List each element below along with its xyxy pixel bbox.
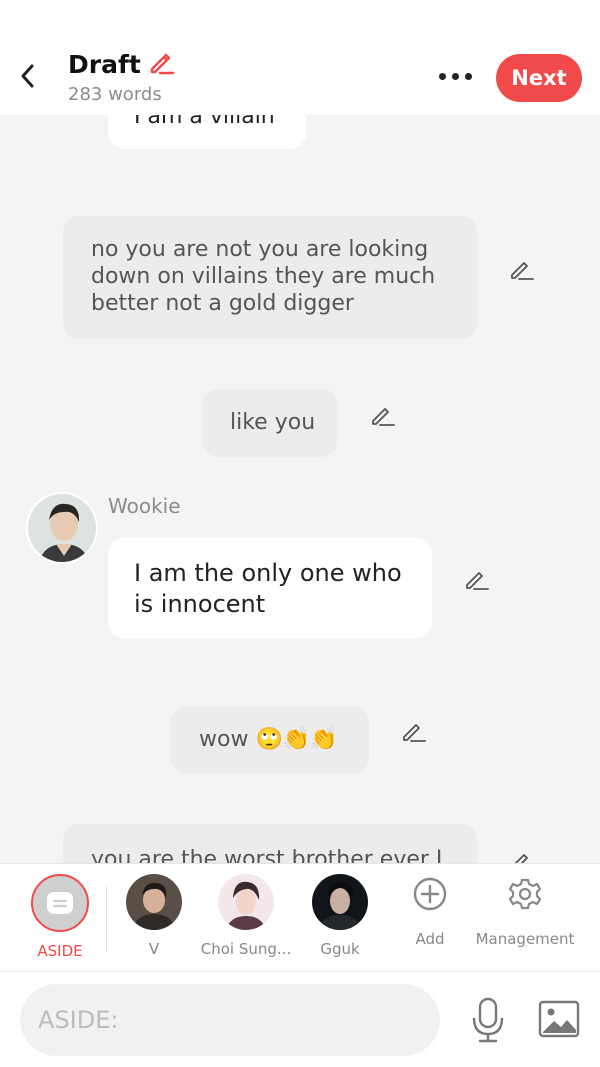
message-bubble[interactable]: I am the only one who is innocent (108, 538, 432, 638)
edit-icon[interactable] (462, 565, 490, 593)
message-text: I am the only one who is innocent (134, 559, 402, 618)
message-bubble[interactable]: I am a villain (108, 115, 306, 149)
chevron-left-icon (21, 64, 34, 88)
chat-area[interactable]: I am a villain no you are not you are lo… (0, 115, 600, 863)
edit-icon[interactable] (507, 255, 535, 283)
message-text: wow 🙄👏👏 (199, 727, 338, 752)
image-icon[interactable] (536, 996, 582, 1042)
character-label: ASIDE (37, 942, 83, 960)
title-block: Draft 283 words (68, 48, 175, 105)
message-bubble[interactable]: like you (202, 389, 338, 457)
plus-circle-icon (410, 874, 450, 914)
character-gguk[interactable]: Gguk (295, 874, 385, 958)
character-bar: ASIDE V Choi Sung... Gguk Add Management (0, 863, 600, 971)
character-label: Choi Sung... (200, 940, 292, 958)
message-bubble[interactable]: wow 🙄👏👏 (171, 706, 369, 774)
gear-icon (505, 874, 545, 914)
microphone-icon[interactable] (468, 996, 508, 1044)
avatar (126, 874, 182, 930)
sender-name: Wookie (108, 494, 181, 518)
pencil-icon[interactable] (147, 48, 175, 80)
message-input[interactable] (20, 984, 440, 1056)
character-v[interactable]: V (109, 874, 199, 958)
edit-icon[interactable] (507, 847, 535, 863)
character-label: Gguk (320, 940, 360, 958)
management-button[interactable]: Management (476, 874, 574, 948)
header: Draft 283 words Next (0, 0, 600, 115)
character-label: V (148, 940, 160, 958)
message-bubble[interactable]: no you are not you are looking down on v… (63, 216, 477, 339)
avatar (312, 874, 368, 930)
back-button[interactable] (14, 58, 42, 94)
next-button[interactable]: Next (496, 54, 582, 102)
edit-icon[interactable] (368, 401, 396, 429)
avatar-image (28, 494, 96, 562)
avatar (218, 874, 274, 930)
add-character-button[interactable]: Add (385, 874, 475, 948)
aside-icon (31, 874, 89, 932)
character-label: Management (475, 930, 575, 948)
more-dots-icon[interactable] (430, 62, 480, 90)
page-title[interactable]: Draft (68, 50, 141, 79)
message-text: you are the worst brother ever I (91, 847, 443, 863)
divider (106, 886, 107, 952)
word-count: 283 words (68, 84, 162, 105)
input-bar (0, 971, 600, 1067)
character-aside[interactable]: ASIDE (15, 874, 105, 960)
character-label: Add (415, 930, 445, 948)
edit-icon[interactable] (399, 717, 427, 745)
avatar[interactable] (26, 492, 98, 564)
character-choi[interactable]: Choi Sung... (201, 874, 291, 958)
message-text: like you (230, 410, 316, 435)
message-text: no you are not you are looking down on v… (91, 237, 436, 316)
message-text: I am a villain (134, 115, 275, 129)
message-bubble[interactable]: you are the worst brother ever I (63, 824, 477, 863)
